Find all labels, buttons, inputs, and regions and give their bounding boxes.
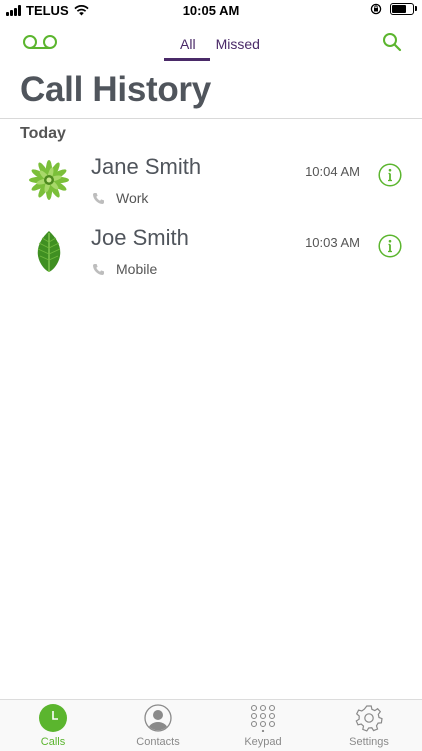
battery-level	[392, 5, 406, 13]
tab-all[interactable]: All	[164, 32, 210, 61]
flower-avatar-image	[29, 160, 69, 200]
tab-missed[interactable]: Missed	[210, 32, 266, 61]
status-time: 10:05 AM	[182, 3, 240, 18]
phone-icon	[93, 193, 104, 204]
number-type: Work	[116, 190, 149, 206]
avatar	[26, 228, 72, 274]
voicemail-button[interactable]	[22, 34, 58, 55]
call-filter-segmented: All Missed	[164, 32, 266, 61]
status-right	[370, 3, 417, 15]
battery-icon	[390, 3, 417, 15]
title-divider	[0, 118, 422, 119]
tab-label: Calls	[40, 736, 66, 748]
info-icon	[378, 234, 402, 258]
clock-icon	[39, 704, 67, 732]
number-type: Mobile	[116, 261, 158, 277]
contact-name: Jane Smith	[91, 154, 202, 179]
call-time: 10:03 AM	[305, 235, 360, 250]
section-header-today: Today	[20, 125, 66, 142]
tab-calls[interactable]: Calls	[13, 704, 93, 748]
tab-settings[interactable]: Settings	[329, 704, 409, 748]
info-icon	[378, 163, 402, 187]
contact-name: Joe Smith	[91, 225, 189, 250]
tab-label: Contacts	[136, 736, 180, 748]
voicemail-icon	[23, 35, 57, 49]
tab-contacts[interactable]: Contacts	[118, 704, 198, 748]
person-icon	[144, 704, 172, 732]
nav-bar: All Missed	[0, 22, 422, 64]
page-title: Call History	[20, 70, 211, 109]
tab-bar: Calls Contacts Keypad Settings	[0, 699, 422, 751]
call-row[interactable]: Jane Smith Work 10:04 AM	[0, 152, 422, 222]
search-icon	[383, 33, 402, 52]
keypad-icon	[250, 704, 276, 732]
call-time: 10:04 AM	[305, 164, 360, 179]
info-button[interactable]	[378, 234, 402, 263]
phone-icon	[93, 264, 104, 275]
tab-keypad[interactable]: Keypad	[223, 704, 303, 748]
search-button[interactable]	[382, 32, 402, 57]
info-button[interactable]	[378, 163, 402, 192]
tab-label: Settings	[349, 736, 389, 748]
status-bar: TELUS 10:05 AM	[0, 0, 422, 22]
avatar	[26, 157, 72, 203]
call-row[interactable]: Joe Smith Mobile 10:03 AM	[0, 223, 422, 293]
gear-icon	[355, 705, 383, 732]
leaf-avatar-image	[37, 231, 61, 272]
orientation-lock-icon	[370, 3, 382, 15]
tab-label: Keypad	[244, 736, 282, 748]
